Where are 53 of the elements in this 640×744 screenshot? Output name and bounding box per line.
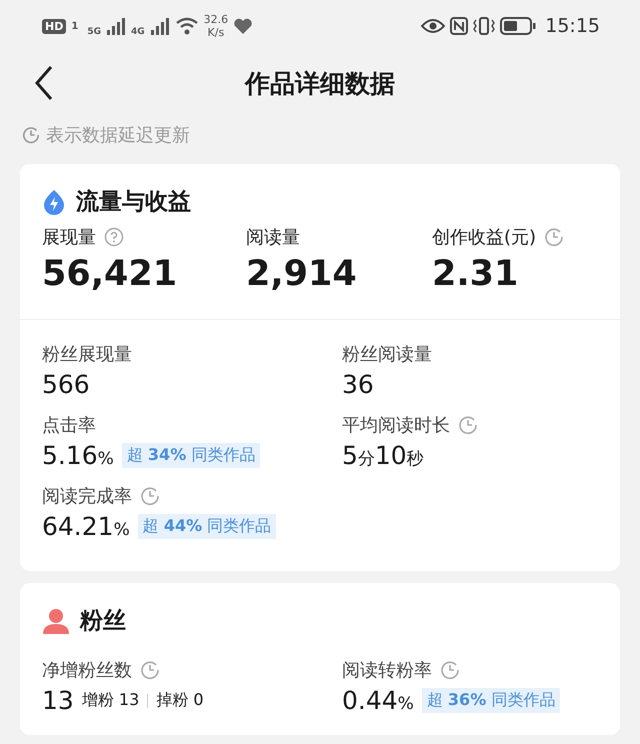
sim-indicator: 1 (71, 20, 78, 32)
battery-icon (500, 17, 536, 35)
network-speed: 32.6 (204, 12, 228, 26)
person-icon (42, 608, 70, 634)
signal-icon (150, 17, 170, 35)
wifi-icon (174, 17, 199, 35)
section-title: 粉丝 (80, 607, 126, 636)
metric-value: 64.21% (42, 512, 130, 541)
clock-icon (22, 126, 40, 144)
clock-time: 15:15 (545, 15, 600, 37)
vibrate-icon (473, 16, 496, 36)
stat-label: 创作收益(元) (432, 226, 536, 249)
metric-label: 粉丝阅读量 (342, 343, 432, 366)
clock-icon (140, 486, 160, 506)
network-type: 4G (130, 26, 145, 37)
lightning-icon (42, 188, 66, 214)
nfc-icon (450, 17, 468, 35)
stat-value: 2.31 (432, 253, 520, 295)
metric-value: 36 (342, 370, 374, 399)
comparison-tag: 超 44% 同类作品 (138, 514, 276, 539)
signal-icon (106, 17, 126, 35)
clock-icon (140, 660, 160, 680)
metric-value: 0.44% (342, 686, 414, 715)
heart-icon (233, 17, 254, 35)
network-speed-unit: K/s (208, 26, 224, 40)
metric-label: 粉丝展现量 (42, 343, 132, 366)
metric-value: 566 (42, 370, 90, 399)
section-title: 流量与收益 (76, 188, 191, 217)
network-type: 5G (87, 26, 101, 37)
stat-label: 阅读量 (246, 226, 300, 249)
clock-icon (458, 415, 478, 435)
metric-detail: 增粉 13 (82, 690, 140, 711)
metric-label: 平均阅读时长 (342, 414, 450, 437)
comparison-tag: 超 34% 同类作品 (122, 443, 260, 468)
eye-icon (421, 18, 446, 34)
metric-value: 13 (42, 686, 74, 715)
stat-value: 2,914 (246, 253, 358, 295)
metric-value: 5.16% (42, 441, 114, 470)
page-title: 作品详细数据 (245, 68, 395, 100)
clock-icon (544, 227, 564, 247)
back-icon[interactable] (34, 65, 54, 101)
metric-label: 净增粉丝数 (42, 659, 132, 682)
metric-value: 5分10秒 (342, 441, 424, 470)
clock-icon (440, 660, 460, 680)
metric-label: 阅读转粉率 (342, 659, 432, 682)
hd-indicator: HD (42, 18, 66, 34)
metric-detail: 掉粉 0 (156, 690, 204, 711)
metric-label: 阅读完成率 (42, 485, 132, 508)
comparison-tag: 超 36% 同类作品 (422, 688, 560, 713)
metric-label: 点击率 (42, 414, 96, 437)
stat-label: 展现量 (42, 226, 96, 249)
delay-notice: 表示数据延迟更新 (46, 124, 190, 147)
stat-value: 56,421 (42, 253, 178, 295)
